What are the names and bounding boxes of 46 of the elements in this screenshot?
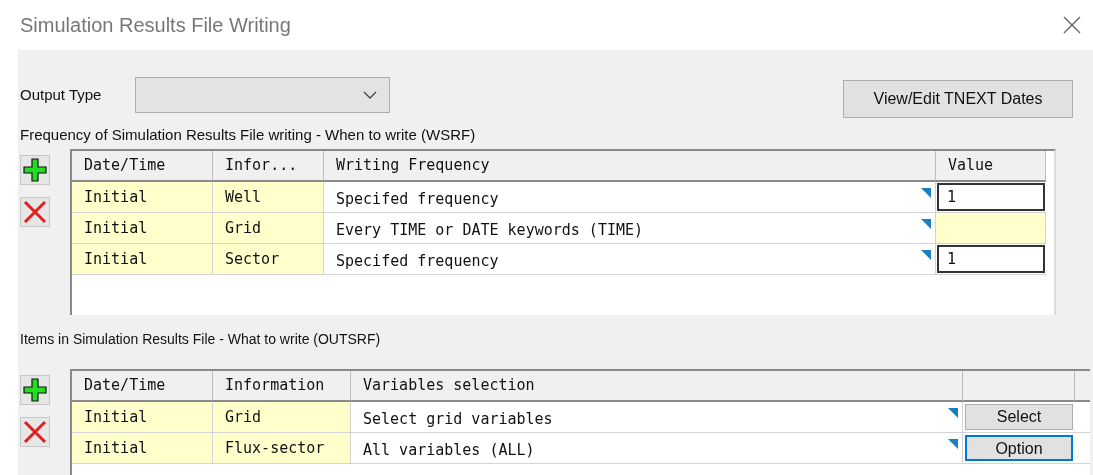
column-header: Writing Frequency — [324, 151, 936, 182]
close-icon[interactable] — [1063, 16, 1081, 34]
row-action-button[interactable]: Select — [965, 404, 1073, 430]
window-title: Simulation Results File Writing — [20, 13, 291, 38]
column-header: Information — [213, 371, 351, 402]
add-button[interactable] — [20, 155, 50, 185]
variables-dropdown-cell[interactable]: All variables (ALL) — [351, 433, 963, 464]
dropdown-corner-icon[interactable] — [948, 439, 958, 449]
dropdown-corner-icon[interactable] — [921, 188, 931, 198]
plus-icon — [23, 158, 47, 182]
table-cell: Initial — [72, 244, 213, 275]
items-section-title: Items in Simulation Results File - What to write (OUTSRF) — [20, 330, 382, 349]
chevron-down-icon — [363, 91, 377, 99]
add-button[interactable] — [20, 375, 50, 405]
frequency-dropdown-cell[interactable]: Specifed frequency — [324, 182, 936, 213]
table-cell: Grid — [213, 213, 324, 244]
frequency-section-title: Frequency of Simulation Results File writing - When to write (WSRF) — [20, 125, 477, 145]
delete-button[interactable] — [20, 417, 50, 447]
frequency-dropdown-cell[interactable]: Specifed frequency — [324, 244, 936, 275]
cross-icon — [22, 419, 48, 445]
variables-dropdown-cell[interactable]: Select grid variables — [351, 402, 963, 433]
table-cell: Initial — [72, 402, 213, 433]
column-header: Date/Time — [72, 151, 213, 182]
table-cell: Initial — [72, 213, 213, 244]
table-cell: Well — [213, 182, 324, 213]
column-header: Value — [936, 151, 1046, 182]
table-cell: Sector — [213, 244, 324, 275]
view-edit-tnext-button[interactable]: View/Edit TNEXT Dates — [843, 80, 1073, 118]
cross-icon — [22, 199, 48, 225]
delete-button[interactable] — [20, 197, 50, 227]
frequency-dropdown-cell[interactable]: Every TIME or DATE keywords (TIME) — [324, 213, 936, 244]
row-action-button[interactable]: Option — [965, 435, 1073, 461]
dropdown-corner-icon[interactable] — [948, 408, 958, 418]
table-cell: Flux-sector — [213, 433, 351, 464]
value-field[interactable]: 1 — [937, 245, 1045, 273]
dropdown-corner-icon[interactable] — [921, 250, 931, 260]
table-cell: Grid — [213, 402, 351, 433]
column-header: Infor... — [213, 151, 324, 182]
value-field[interactable]: 1 — [937, 183, 1045, 211]
column-header: Variables selection — [351, 371, 963, 402]
dropdown-corner-icon[interactable] — [921, 219, 931, 229]
plus-icon — [23, 378, 47, 402]
column-header: Date/Time — [72, 371, 213, 402]
output-type-label: Output Type — [20, 84, 103, 105]
table-cell: Initial — [72, 433, 213, 464]
table-cell: Initial — [72, 182, 213, 213]
